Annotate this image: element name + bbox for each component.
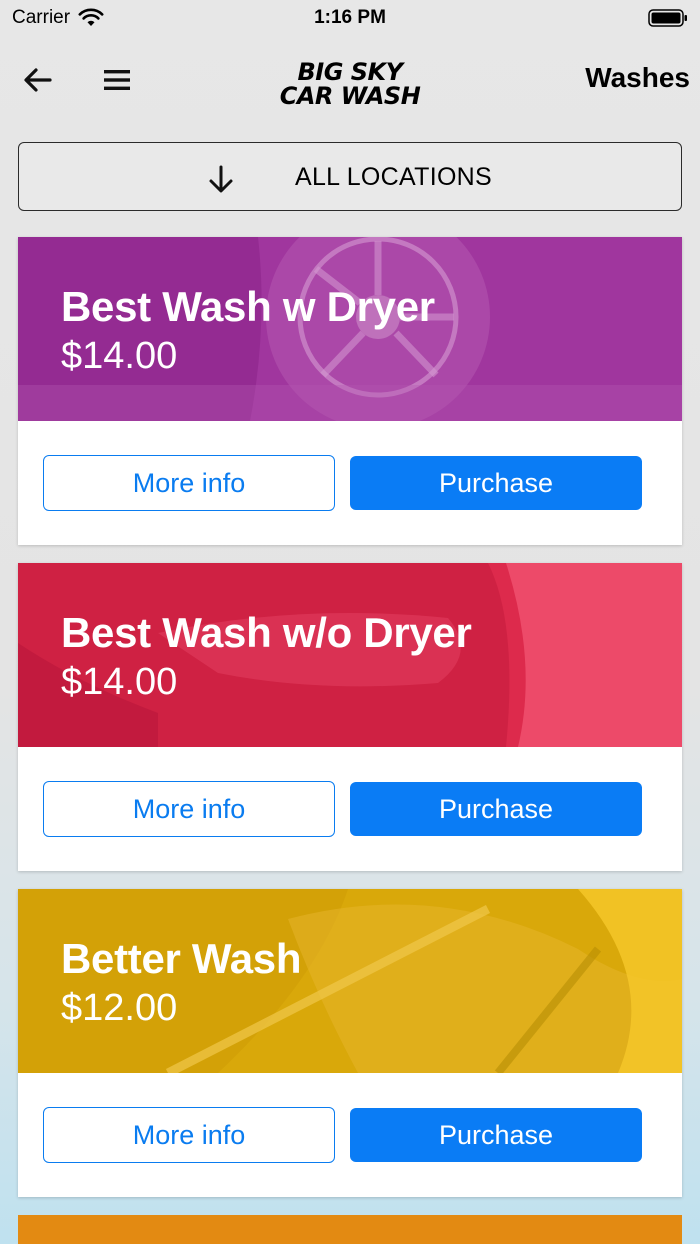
location-selector[interactable]: ALL LOCATIONS bbox=[18, 142, 682, 211]
wash-card: Better Wash $12.00 More info Purchase bbox=[18, 889, 682, 1197]
wash-card: Best Wash w Dryer $14.00 More info Purch… bbox=[18, 237, 682, 545]
more-info-button[interactable]: More info bbox=[43, 1107, 335, 1163]
page-title: Washes bbox=[585, 62, 690, 93]
more-info-button[interactable]: More info bbox=[43, 455, 335, 511]
logo-line-2: CAR WASH bbox=[279, 82, 421, 110]
location-label: ALL LOCATIONS bbox=[295, 163, 493, 191]
logo-line-1: BIG SKY bbox=[297, 58, 403, 86]
wash-price: $12.00 bbox=[61, 987, 178, 1029]
nav-header: BIG SKY CAR WASH Washes bbox=[0, 50, 700, 110]
more-info-button[interactable]: More info bbox=[43, 781, 335, 837]
wash-card-banner: Best Wash w/o Dryer $14.00 bbox=[18, 563, 682, 747]
status-bar: Carrier 1:16 PM bbox=[0, 0, 700, 36]
wash-name: Best Wash w Dryer bbox=[61, 283, 435, 330]
purchase-button[interactable]: Purchase bbox=[350, 1108, 642, 1162]
clock: 1:16 PM bbox=[314, 7, 386, 28]
wash-price: $14.00 bbox=[61, 335, 178, 377]
arrow-down-icon bbox=[209, 165, 233, 193]
wash-price: $14.00 bbox=[61, 661, 178, 703]
wash-name: Better Wash bbox=[61, 935, 302, 982]
wash-card-banner: Best Wash w Dryer $14.00 bbox=[18, 237, 682, 421]
wash-card-banner: Better Wash $12.00 bbox=[18, 889, 682, 1073]
wash-name: Best Wash w/o Dryer bbox=[61, 609, 472, 656]
purchase-button[interactable]: Purchase bbox=[350, 456, 642, 510]
wash-card-partial[interactable] bbox=[18, 1215, 682, 1244]
wash-card: Best Wash w/o Dryer $14.00 More info Pur… bbox=[18, 563, 682, 871]
hamburger-menu-icon[interactable] bbox=[101, 65, 133, 95]
purchase-button[interactable]: Purchase bbox=[350, 782, 642, 836]
brand-logo: BIG SKY CAR WASH bbox=[250, 60, 450, 108]
arrow-left-icon[interactable] bbox=[22, 64, 54, 96]
battery-icon bbox=[648, 9, 687, 27]
